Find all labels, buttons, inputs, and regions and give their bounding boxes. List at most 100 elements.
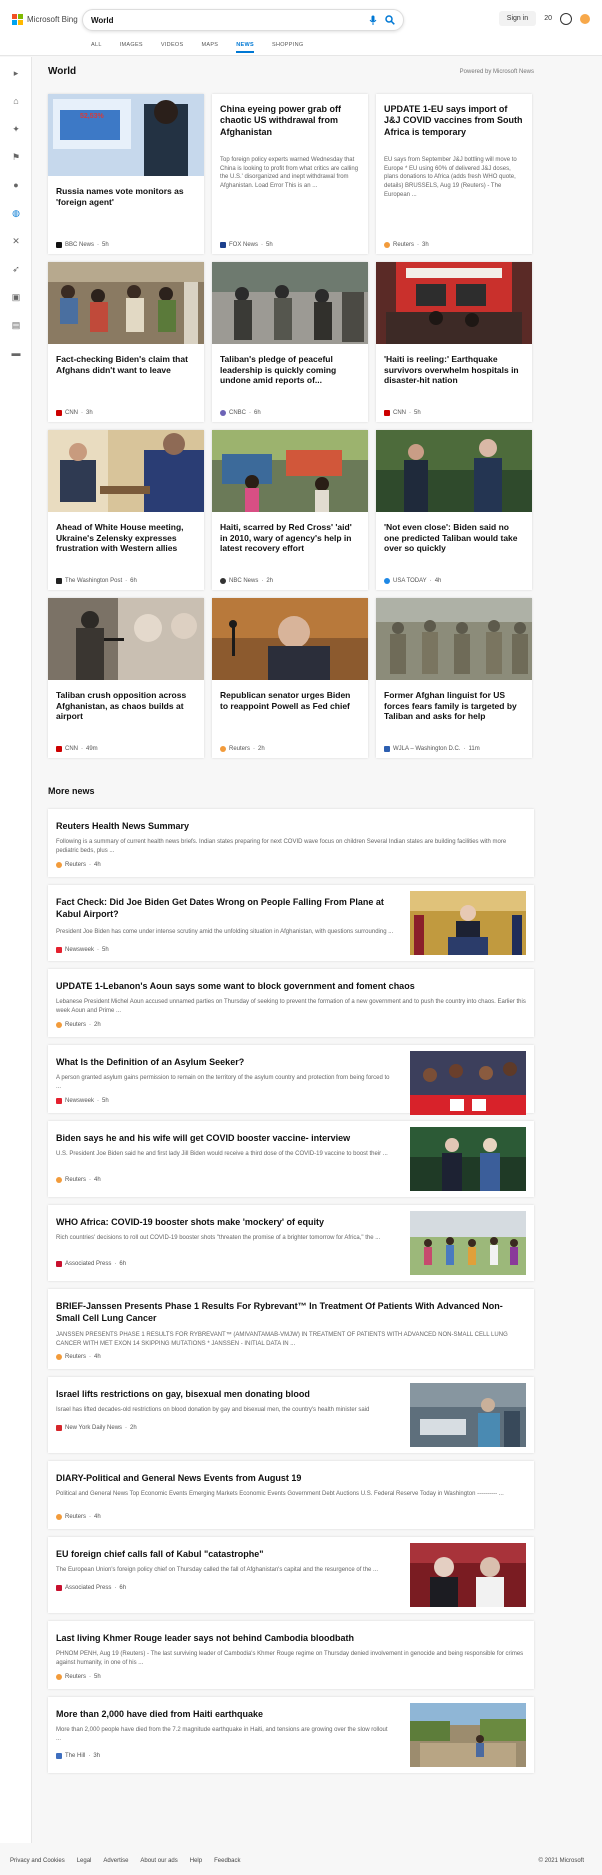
news-card[interactable]: Haiti, scarred by Red Cross' 'aid' in 20… [212, 430, 368, 590]
list-item-title: BRIEF-Janssen Presents Phase 1 Results F… [56, 1301, 503, 1324]
publisher-logo-icon [384, 242, 390, 248]
list-item-source: Reuters · 4h [56, 862, 101, 868]
list-item-title: UPDATE 1-Lebanon's Aoun says some want t… [56, 981, 415, 991]
card-source: The Washington Post · 6h [56, 578, 137, 584]
list-item[interactable]: BRIEF-Janssen Presents Phase 1 Results F… [48, 1289, 534, 1369]
powered-by[interactable]: Powered by Microsoft News [460, 69, 534, 75]
card-title: Haiti, scarred by Red Cross' 'aid' in 20… [220, 522, 352, 554]
list-item[interactable]: Israel lifts restrictions on gay, bisexu… [48, 1377, 534, 1453]
location-pin-icon[interactable]: ● [10, 179, 22, 191]
list-item-snippet: The European Union's foreign policy chie… [56, 1567, 379, 1573]
news-card[interactable]: Ahead of White House meeting, Ukraine's … [48, 430, 204, 590]
news-card[interactable]: 'Haiti is reeling:' Earthquake survivors… [376, 262, 532, 422]
footer-link-advertise[interactable]: Advertise [103, 1858, 128, 1864]
flag-icon[interactable]: ⚑ [10, 151, 22, 163]
search-input[interactable]: World [91, 16, 369, 25]
menu-icon[interactable] [580, 13, 590, 24]
list-item-snippet: President Joe Biden has come under inten… [56, 929, 394, 935]
footer-link-help[interactable]: Help [190, 1858, 202, 1864]
card-image [48, 598, 204, 680]
publisher-logo-icon [56, 1354, 62, 1360]
list-item[interactable]: DIARY-Political and General News Events … [48, 1461, 534, 1529]
brand-name: Microsoft Bing [27, 15, 78, 24]
microphone-icon[interactable] [369, 15, 377, 25]
news-card[interactable]: 52,53% Russia names vote monitors as 'fo… [48, 94, 204, 254]
rocket-icon[interactable]: ➶ [10, 263, 22, 275]
card-image [376, 598, 532, 680]
list-item[interactable]: What Is the Definition of an Asylum Seek… [48, 1045, 534, 1115]
list-item[interactable]: UPDATE 1-Lebanon's Aoun says some want t… [48, 969, 534, 1037]
sign-in-button[interactable]: Sign in [498, 11, 537, 26]
list-item-source: Reuters · 5h [56, 1674, 101, 1680]
footer-link-about-ads[interactable]: About our ads [140, 1858, 177, 1864]
card-snippet: Top foreign policy experts warned Wednes… [220, 157, 359, 190]
list-item-image [410, 891, 526, 955]
card-source: CNN · 3h [56, 410, 93, 416]
tab-all[interactable]: ALL [91, 42, 102, 53]
list-item[interactable]: Last living Khmer Rouge leader says not … [48, 1621, 534, 1689]
publisher-logo-icon [384, 410, 390, 416]
card-image [212, 430, 368, 512]
list-item[interactable]: WHO Africa: COVID-19 booster shots make … [48, 1205, 534, 1281]
news-card[interactable]: Fact-checking Biden's claim that Afghans… [48, 262, 204, 422]
news-card[interactable]: Taliban's pledge of peaceful leadership … [212, 262, 368, 422]
list-item[interactable]: More than 2,000 have died from Haiti ear… [48, 1697, 534, 1773]
globe-icon[interactable]: ◍ [10, 207, 22, 219]
card-icon[interactable]: ▬ [10, 347, 22, 359]
publisher-logo-icon [220, 242, 226, 248]
footer-link-feedback[interactable]: Feedback [214, 1858, 240, 1864]
list-item-source: Associated Press · 6h [56, 1585, 126, 1591]
card-title: Taliban's pledge of peaceful leadership … [220, 354, 337, 386]
home-icon[interactable]: ⌂ [10, 95, 22, 107]
list-item-image [410, 1703, 526, 1767]
card-image [48, 430, 204, 512]
bing-logo[interactable]: Microsoft Bing [12, 14, 78, 25]
news-card[interactable]: China eyeing power grab off chaotic US w… [212, 94, 368, 254]
news-card[interactable]: Former Afghan linguist for US forces fea… [376, 598, 532, 758]
publisher-logo-icon [56, 410, 62, 416]
card-image [48, 262, 204, 344]
card-image: 52,53% [48, 94, 204, 176]
news-card[interactable]: 'Not even close': Biden said no one pred… [376, 430, 532, 590]
tools-icon[interactable]: ✕ [10, 235, 22, 247]
news-card[interactable]: UPDATE 1-EU says import of J&J COVID vac… [376, 94, 532, 254]
list-item[interactable]: Reuters Health News Summary Following is… [48, 809, 534, 877]
list-item-snippet: Lebanese President Michel Aoun accused u… [56, 999, 526, 1014]
list-item-snippet: More than 2,000 people have died from th… [56, 1727, 388, 1742]
publisher-logo-icon [56, 1177, 62, 1183]
expand-rail-icon[interactable]: ▸ [10, 67, 22, 79]
footer-link-legal[interactable]: Legal [77, 1858, 92, 1864]
list-item-image [410, 1543, 526, 1607]
vertical-tabs: ALL IMAGES VIDEOS MAPS NEWS SHOPPING [91, 42, 303, 53]
list-item[interactable]: Fact Check: Did Joe Biden Get Dates Wron… [48, 885, 534, 961]
publisher-logo-icon [56, 242, 62, 248]
publisher-logo-icon [56, 947, 62, 953]
card-title: Taliban crush opposition across Afghanis… [56, 690, 187, 722]
tab-images[interactable]: IMAGES [120, 42, 143, 53]
list-item-snippet: Israel has lifted decades-old restrictio… [56, 1407, 370, 1413]
card-title: UPDATE 1-EU says import of J&J COVID vac… [384, 104, 523, 137]
list-item-title: What Is the Definition of an Asylum Seek… [56, 1057, 245, 1067]
news-card[interactable]: Taliban crush opposition across Afghanis… [48, 598, 204, 758]
list-item-image [410, 1211, 526, 1275]
image-overlay-text: 52,53% [80, 113, 105, 120]
trending-icon[interactable]: ✦ [10, 123, 22, 135]
tab-maps[interactable]: MAPS [201, 42, 218, 53]
publisher-logo-icon [56, 862, 62, 868]
list-item-source: Reuters · 4h [56, 1177, 101, 1183]
rewards-icon[interactable] [560, 12, 572, 25]
list-item[interactable]: EU foreign chief calls fall of Kabul "ca… [48, 1537, 534, 1613]
publisher-logo-icon [56, 1585, 62, 1591]
tab-shopping[interactable]: SHOPPING [272, 42, 303, 53]
tab-videos[interactable]: VIDEOS [161, 42, 184, 53]
footer-link-privacy[interactable]: Privacy and Cookies [10, 1858, 65, 1864]
movies-icon[interactable]: ▣ [10, 291, 22, 303]
tab-news[interactable]: NEWS [236, 42, 254, 53]
list-item[interactable]: Biden says he and his wife will get COVI… [48, 1121, 534, 1197]
card-source: CNN · 49m [56, 746, 98, 752]
briefcase-icon[interactable]: ▤ [10, 319, 22, 331]
search-icon[interactable] [385, 15, 395, 25]
news-card[interactable]: Republican senator urges Biden to reappo… [212, 598, 368, 758]
search-box[interactable]: World [82, 9, 404, 31]
rewards-count[interactable]: 20 [544, 15, 552, 22]
